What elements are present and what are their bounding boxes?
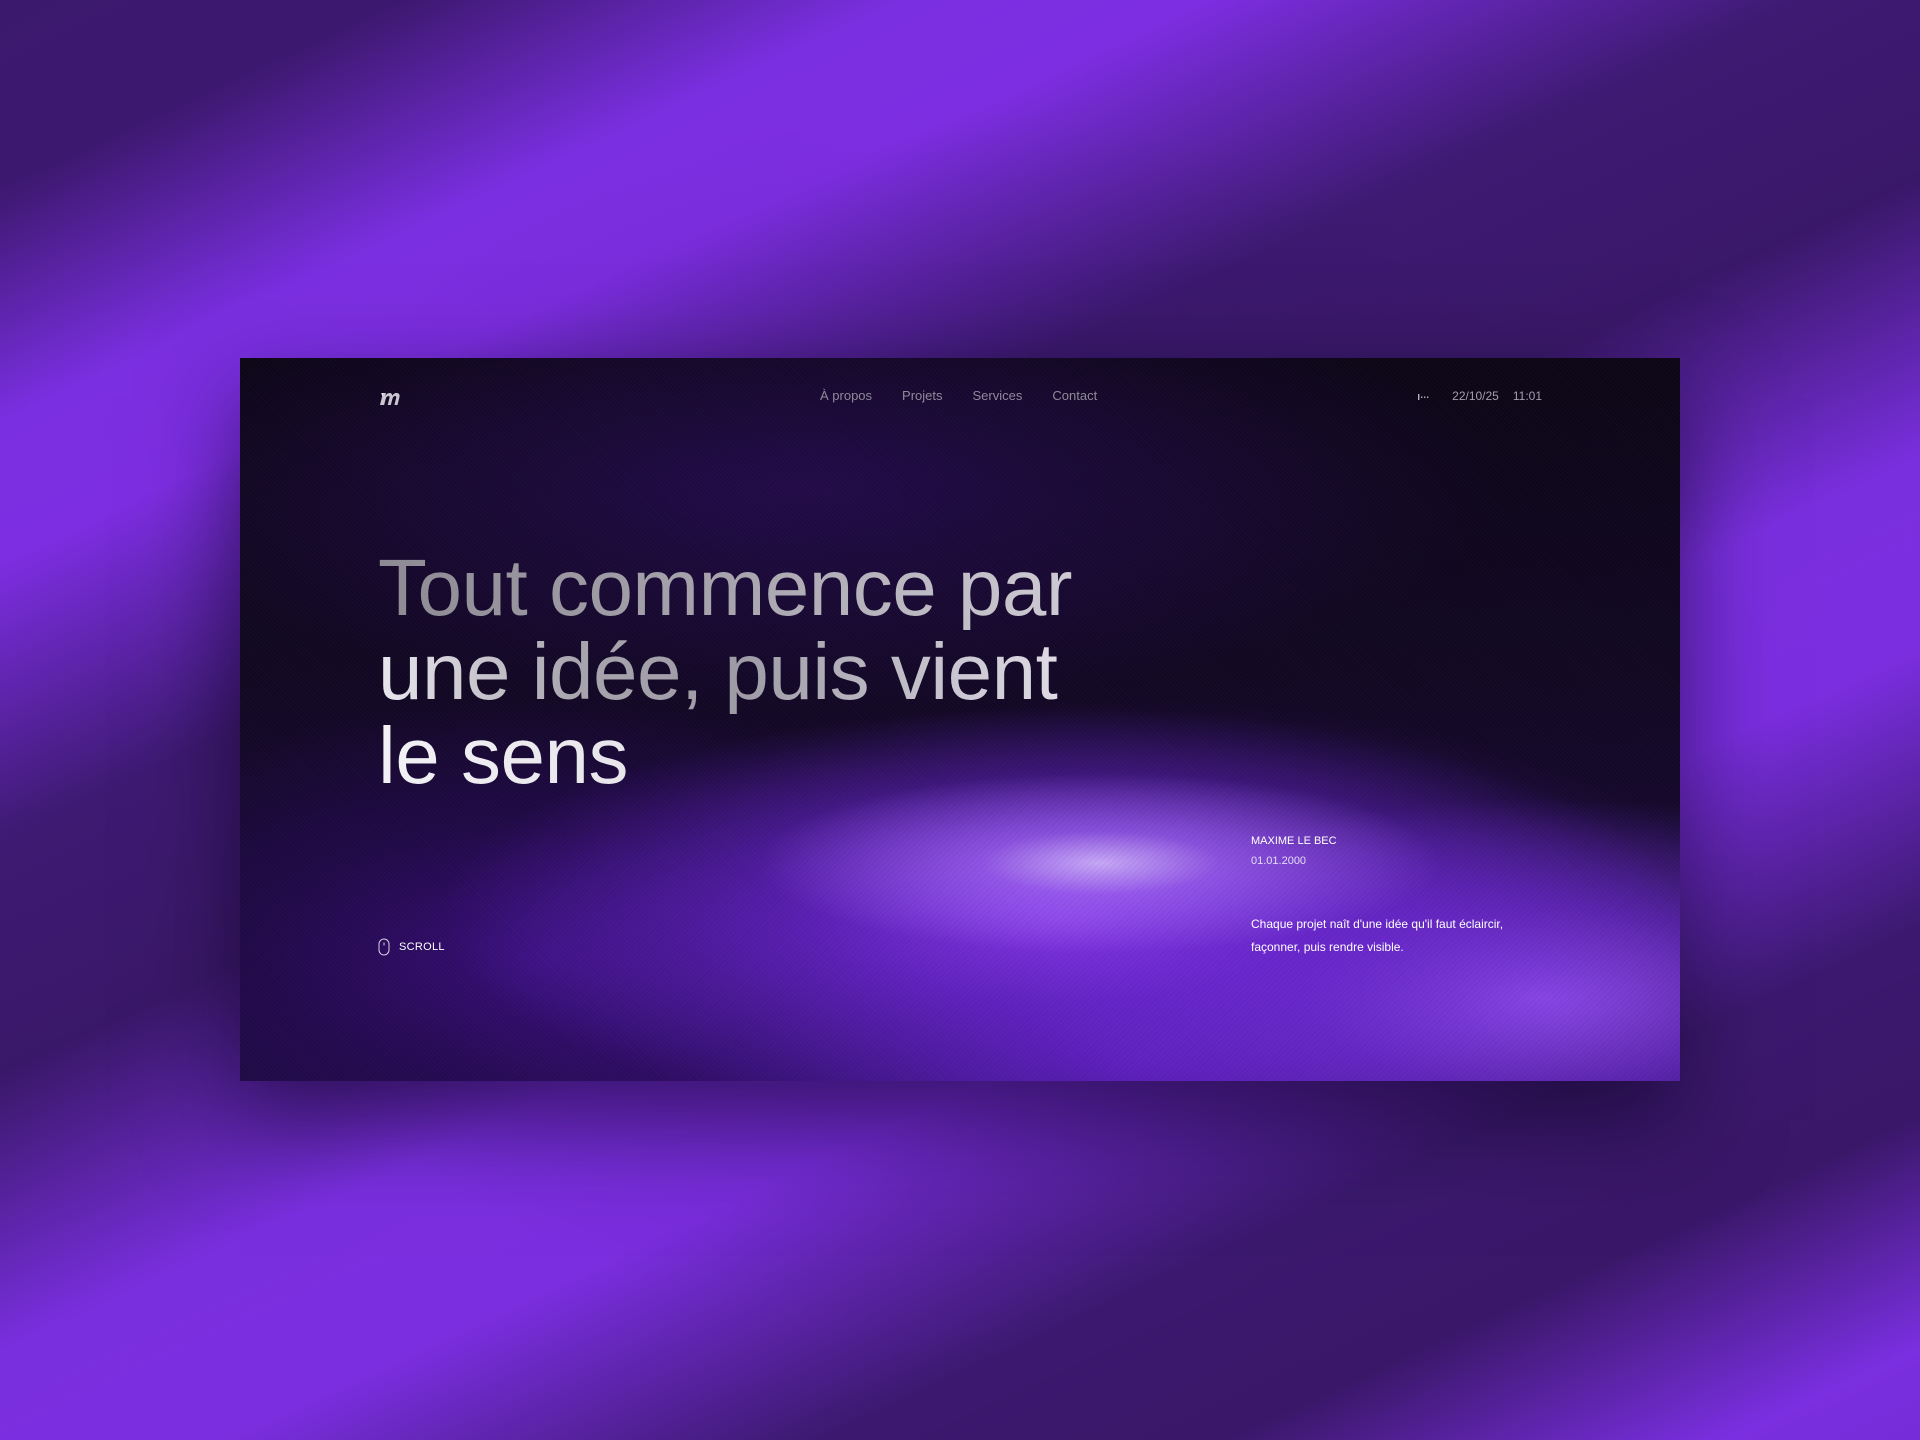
nav-item-a-propos[interactable]: À propos bbox=[820, 388, 872, 403]
logo-icon[interactable] bbox=[378, 388, 406, 408]
scroll-indicator[interactable]: SCROLL bbox=[378, 938, 445, 956]
author-date: 01.01.2000 bbox=[1251, 855, 1307, 867]
description: Chaque projet naît d'une idée qu'il faut… bbox=[1251, 913, 1541, 959]
description-line-1: Chaque projet naît d'une idée qu'il faut… bbox=[1251, 917, 1504, 931]
hero-line-2: une idée, puis vient bbox=[378, 630, 1178, 714]
mouse-icon bbox=[378, 938, 390, 956]
signal-icon bbox=[1418, 391, 1432, 401]
nav-item-projets[interactable]: Projets bbox=[902, 388, 942, 403]
top-navigation: À propos Projets Services Contact 22/10/… bbox=[240, 358, 1680, 438]
scroll-label: SCROLL bbox=[399, 941, 445, 953]
nav-item-contact[interactable]: Contact bbox=[1052, 388, 1097, 403]
hero-line-3: le sens bbox=[378, 714, 1178, 798]
author-info: MAXIME LE BEC 01.01.2000 Chaque projet n… bbox=[1251, 831, 1571, 959]
status-date: 22/10/25 bbox=[1452, 389, 1499, 403]
website-screen: À propos Projets Services Contact 22/10/… bbox=[240, 358, 1680, 1081]
status-bar: 22/10/25 11:01 bbox=[1418, 389, 1542, 403]
hero-line-1: Tout commence par bbox=[378, 546, 1178, 630]
nav-item-services[interactable]: Services bbox=[973, 388, 1023, 403]
description-line-2: façonner, puis rendre visible. bbox=[1251, 940, 1404, 954]
author-name: MAXIME LE BEC bbox=[1251, 835, 1337, 847]
main-menu: À propos Projets Services Contact bbox=[820, 388, 1127, 403]
status-time: 11:01 bbox=[1512, 389, 1542, 403]
hero-heading: Tout commence par une idée, puis vient l… bbox=[378, 546, 1178, 798]
